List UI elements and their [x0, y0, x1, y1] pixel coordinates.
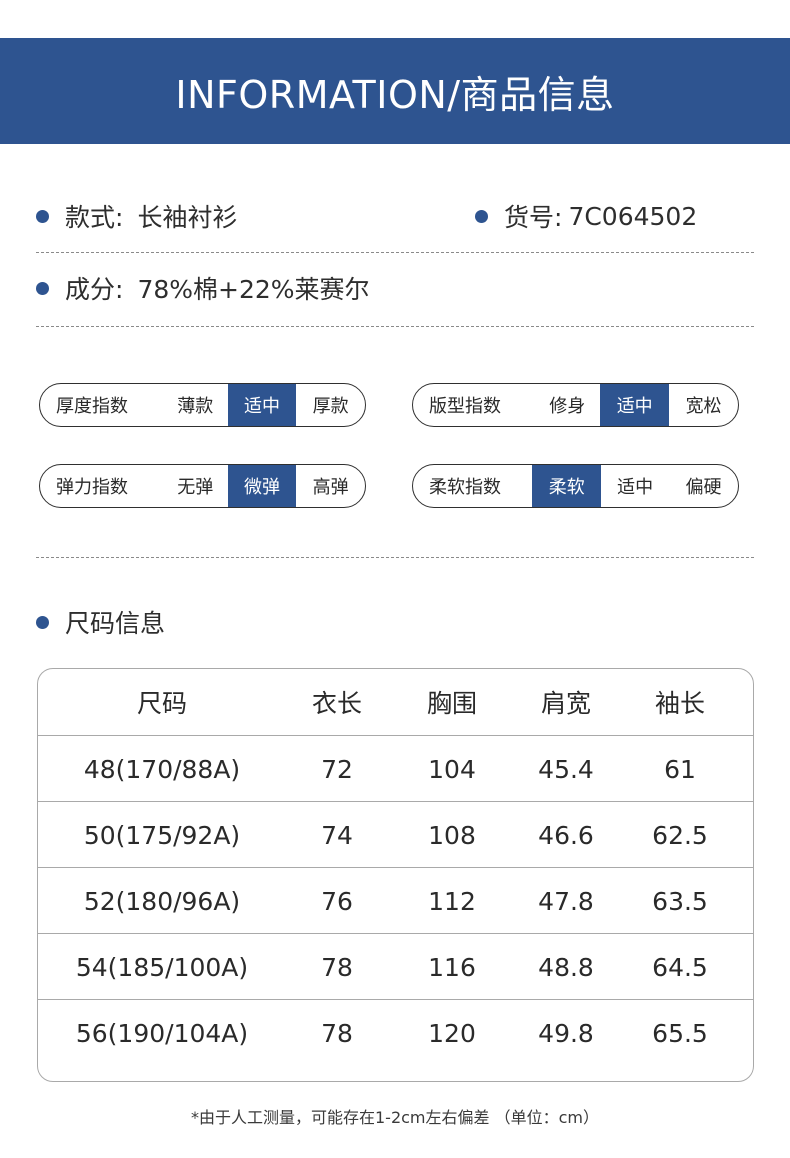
- header-length: 衣长: [311, 689, 363, 718]
- header-sleeve: 袖长: [654, 689, 706, 718]
- shoulder-cell: 49.8: [538, 1018, 594, 1048]
- fit-scale: 版型指数 修身 适中 宽松: [412, 383, 739, 427]
- page-title: INFORMATION/商品信息: [175, 72, 615, 117]
- softness-option-selected: 柔软: [532, 465, 602, 507]
- table-row: 52(180/96A) 76 112 47.8 63.5: [38, 867, 753, 934]
- table-row: 50(175/92A) 74 108 46.6 62.5: [38, 801, 753, 868]
- header-size: 尺码: [136, 689, 188, 718]
- size-cell: 56(190/104A): [75, 1018, 249, 1048]
- shoulder-cell: 47.8: [538, 886, 594, 916]
- length-cell: 76: [321, 886, 353, 916]
- chest-cell: 104: [428, 754, 476, 784]
- thickness-option: 厚款: [312, 396, 349, 417]
- style-value: 长袖衬衫: [137, 203, 238, 232]
- size-cell: 48(170/88A): [83, 754, 241, 784]
- sleeve-cell: 64.5: [652, 952, 708, 982]
- bullet-icon: [475, 209, 488, 223]
- fit-option: 宽松: [685, 396, 722, 417]
- material-value: 78%棉+22%莱赛尔: [137, 275, 370, 304]
- length-cell: 78: [321, 1018, 353, 1048]
- thickness-option: 薄款: [177, 396, 214, 417]
- sleeve-cell: 61: [664, 754, 696, 784]
- table-row: 54(185/100A) 78 116 48.8 64.5: [38, 933, 753, 1000]
- size-cell: 50(175/92A): [83, 820, 241, 850]
- table-row: 56(190/104A) 78 120 49.8 65.5: [38, 999, 753, 1066]
- fit-option-selected: 适中: [600, 384, 670, 426]
- material-row: 成分: 78%棉+22%莱赛尔: [36, 270, 370, 306]
- header-chest: 胸围: [426, 689, 478, 718]
- divider: [36, 326, 754, 327]
- sleeve-cell: 65.5: [652, 1018, 708, 1048]
- length-cell: 78: [321, 952, 353, 982]
- measurement-footnote: *由于人工测量，可能存在1-2cm左右偏差 （单位：cm）: [191, 1108, 599, 1127]
- shoulder-cell: 45.4: [538, 754, 594, 784]
- thickness-scale-label: 厚度指数: [56, 396, 128, 417]
- divider: [36, 252, 754, 253]
- chest-cell: 112: [428, 886, 476, 916]
- page-header: INFORMATION/商品信息: [0, 38, 790, 144]
- size-table: 尺码 衣长 胸围 肩宽 袖长 48(170/88A) 72 104 45.4 6…: [37, 668, 754, 1082]
- elasticity-scale-label: 弹力指数: [56, 477, 128, 498]
- softness-scale-label: 柔软指数: [429, 477, 501, 498]
- softness-scale: 柔软指数 柔软 适中 偏硬: [412, 464, 739, 508]
- elasticity-option: 高弹: [312, 477, 349, 498]
- sku-label: 货号:: [504, 203, 563, 232]
- size-section-title: 尺码信息: [36, 604, 165, 640]
- bullet-icon: [36, 281, 49, 295]
- size-cell: 54(185/100A): [75, 952, 249, 982]
- softness-option: 偏硬: [685, 477, 722, 498]
- divider: [36, 557, 754, 558]
- chest-cell: 116: [428, 952, 476, 982]
- thickness-option-selected: 适中: [227, 384, 297, 426]
- sleeve-cell: 62.5: [652, 820, 708, 850]
- softness-option: 适中: [617, 477, 654, 498]
- chest-cell: 108: [428, 820, 476, 850]
- shoulder-cell: 46.6: [538, 820, 594, 850]
- bullet-icon: [36, 615, 49, 629]
- sku-row: 货号: 7C064502: [475, 198, 697, 234]
- size-title-text: 尺码信息: [65, 609, 166, 638]
- table-header-row: 尺码 衣长 胸围 肩宽 袖长: [38, 669, 753, 735]
- style-row: 款式: 长袖衬衫: [36, 198, 237, 234]
- chest-cell: 120: [428, 1018, 476, 1048]
- size-cell: 52(180/96A): [83, 886, 241, 916]
- table-row: 48(170/88A) 72 104 45.4 61: [38, 735, 753, 802]
- fit-scale-label: 版型指数: [429, 396, 501, 417]
- shoulder-cell: 48.8: [538, 952, 594, 982]
- elasticity-scale: 弹力指数 无弹 微弹 高弹: [39, 464, 366, 508]
- elasticity-option-selected: 微弹: [227, 465, 297, 507]
- elasticity-option: 无弹: [177, 477, 214, 498]
- style-label: 款式:: [65, 203, 124, 232]
- fit-option: 修身: [549, 396, 586, 417]
- thickness-scale: 厚度指数 薄款 适中 厚款: [39, 383, 366, 427]
- bullet-icon: [36, 209, 49, 223]
- sleeve-cell: 63.5: [652, 886, 708, 916]
- sku-value: 7C064502: [568, 201, 698, 231]
- length-cell: 72: [321, 754, 353, 784]
- material-label: 成分:: [65, 275, 124, 304]
- length-cell: 74: [321, 820, 353, 850]
- header-shoulder: 肩宽: [540, 689, 592, 718]
